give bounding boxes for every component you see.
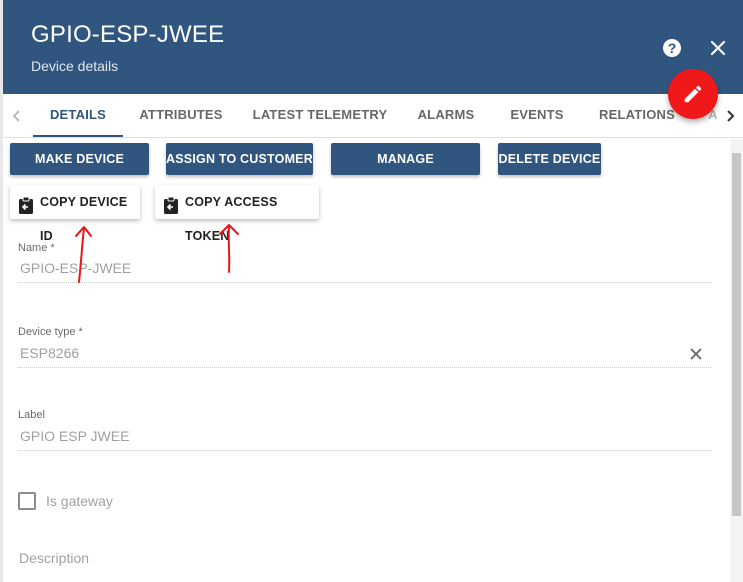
is-gateway-checkbox[interactable] <box>18 492 36 510</box>
help-button[interactable]: ? <box>660 36 684 60</box>
chevron-right-icon <box>727 110 735 122</box>
active-tab-indicator <box>33 135 123 137</box>
tab-details[interactable]: DETAILS <box>33 94 123 137</box>
device-title: GPIO-ESP-JWEE <box>31 21 225 48</box>
label-label: Label <box>18 409 45 421</box>
background-edge <box>0 0 3 582</box>
label-underline <box>18 450 711 451</box>
delete-device-button[interactable]: DELETE DEVICE <box>498 143 601 175</box>
tab-events[interactable]: EVENTS <box>503 94 571 137</box>
clear-device-type-button[interactable] <box>687 345 705 363</box>
description-field[interactable]: Description <box>19 550 89 566</box>
name-label: Name * <box>18 242 55 254</box>
manage-credentials-button[interactable]: MANAGE CREDENTIALS <box>331 143 480 198</box>
assign-to-customer-button[interactable]: ASSIGN TO CUSTOMER <box>166 143 313 175</box>
clipboard-arrow-icon <box>163 193 179 214</box>
label-field[interactable]: GPIO ESP JWEE <box>20 428 129 444</box>
header-subtitle: Device details <box>31 58 119 74</box>
copy-access-token-button[interactable]: COPY ACCESS TOKEN <box>155 185 319 243</box>
chevron-left-icon <box>12 110 20 122</box>
edit-button[interactable] <box>668 69 718 119</box>
device-type-label: Device type * <box>18 326 83 338</box>
close-button[interactable] <box>706 36 730 60</box>
pencil-icon <box>684 85 702 103</box>
tab-bar: DETAILS ATTRIBUTES LATEST TELEMETRY ALAR… <box>0 94 743 138</box>
help-circle-icon: ? <box>663 39 681 57</box>
device-type-underline <box>18 367 711 368</box>
copy-device-id-label: COPY DEVICE ID <box>40 195 128 243</box>
close-icon <box>690 348 702 360</box>
copy-device-id-button[interactable]: COPY DEVICE ID <box>10 185 140 243</box>
device-type-field[interactable]: ESP8266 <box>20 345 79 361</box>
name-field[interactable]: GPIO-ESP-JWEE <box>20 260 131 276</box>
tab-attributes[interactable]: ATTRIBUTES <box>135 94 227 137</box>
scrollbar-thumb[interactable] <box>732 153 741 516</box>
name-underline <box>18 282 711 283</box>
copy-access-token-label: COPY ACCESS TOKEN <box>185 195 278 243</box>
make-device-public-button[interactable]: MAKE DEVICE PUBLIC <box>10 143 149 198</box>
header: GPIO-ESP-JWEE Device details ? <box>0 0 743 94</box>
tab-alarms[interactable]: ALARMS <box>410 94 482 137</box>
tab-latest-telemetry[interactable]: LATEST TELEMETRY <box>250 94 390 137</box>
tab-scroll-right[interactable] <box>721 106 739 126</box>
close-icon <box>710 40 726 56</box>
clipboard-arrow-icon <box>18 193 34 214</box>
device-details-panel: { "header": { "title": "GPIO-ESP-JWEE", … <box>0 0 743 582</box>
svg-text:?: ? <box>668 40 677 56</box>
is-gateway-label: Is gateway <box>46 493 113 509</box>
tab-scroll-left[interactable] <box>8 106 26 126</box>
